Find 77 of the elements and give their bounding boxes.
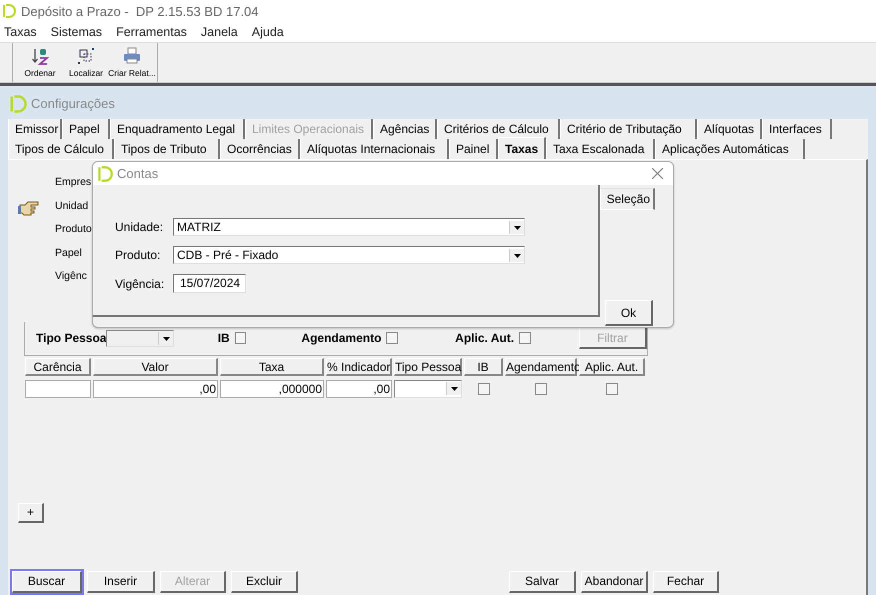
input-field[interactable]: ,000000 <box>220 380 324 398</box>
action-button[interactable]: Abandonar <box>581 570 648 592</box>
tab[interactable]: Agências <box>373 119 437 139</box>
action-button[interactable]: Fechar <box>653 570 719 592</box>
checkbox[interactable] <box>606 382 618 394</box>
tab[interactable]: Tipos de Cálculo <box>8 139 114 159</box>
sort-icon <box>31 47 49 65</box>
filter-check-label: Agendamento <box>301 331 382 345</box>
tab[interactable]: Interfaces <box>762 119 832 139</box>
form-label: Produto <box>55 222 92 237</box>
tab[interactable]: Emissor <box>8 119 62 139</box>
menu-item[interactable]: Taxas <box>0 25 40 39</box>
form-label: Empres <box>55 175 92 190</box>
window-title: Depósito a Prazo - DP 2.15.53 BD 17.04 <box>21 4 259 18</box>
tab[interactable]: Critérios de Cálculo <box>437 119 560 139</box>
column-header[interactable]: Carência <box>25 358 91 376</box>
toolbar-button[interactable]: Criar Relat... <box>109 43 155 82</box>
checkbox[interactable] <box>478 382 490 394</box>
column-header[interactable]: Tipo Pessoa <box>394 358 462 376</box>
add-button[interactable]: + <box>18 502 44 522</box>
action-button[interactable]: Buscar <box>12 570 82 592</box>
locate-icon <box>77 47 95 65</box>
action-button[interactable]: Inserir <box>87 570 155 592</box>
tab[interactable]: Critério de Tributação <box>560 119 697 139</box>
column-header[interactable]: Taxa <box>220 358 324 376</box>
filter-check-label: Aplic. Aut. <box>455 331 514 345</box>
toolbar-button[interactable]: Localizar <box>63 43 109 82</box>
menu-item[interactable]: Ajuda <box>248 25 287 39</box>
column-header[interactable]: Aplic. Aut. <box>579 358 645 376</box>
tab[interactable]: Aplicações Automáticas <box>655 139 805 159</box>
logo-icon <box>1 3 17 19</box>
tab[interactable]: Papel <box>62 119 110 139</box>
checkbox[interactable] <box>535 382 547 394</box>
field-label: Produto: <box>115 248 162 262</box>
logo-icon <box>96 164 114 182</box>
tab[interactable]: Ocorrências <box>220 139 300 159</box>
input-field[interactable]: ,00 <box>326 380 392 398</box>
tab[interactable]: Alíquotas Internacionais <box>300 139 449 159</box>
filter-check-label: IB <box>218 331 230 345</box>
printer-icon <box>123 47 141 65</box>
tab[interactable]: Seleção <box>600 188 655 210</box>
logo-icon <box>8 94 28 114</box>
date-field[interactable]: 15/07/2024 <box>173 274 246 293</box>
menu-item[interactable]: Janela <box>196 25 241 39</box>
filter-label: Tipo Pessoa <box>36 331 106 345</box>
close-icon[interactable] <box>652 168 663 179</box>
field-label: Vigência: <box>115 276 166 290</box>
form-label: Unidad <box>55 198 88 214</box>
dropdown-field[interactable]: CDB - Pré - Fixado <box>173 246 525 264</box>
dropdown-field[interactable] <box>394 380 462 398</box>
action-button[interactable]: Excluir <box>231 570 298 592</box>
tab[interactable]: Painel <box>449 139 498 159</box>
dropdown-field[interactable]: MATRIZ <box>173 218 525 236</box>
toolbar-button[interactable]: Ordenar <box>17 43 63 82</box>
menu-item[interactable]: Sistemas <box>46 25 106 39</box>
tab[interactable]: Tipos de Tributo <box>114 139 220 159</box>
menu-item[interactable]: Ferramentas <box>112 25 190 39</box>
checkbox[interactable] <box>519 332 531 344</box>
input-field[interactable] <box>25 380 91 398</box>
child-window-title: Configurações <box>31 96 115 111</box>
form-label: Vigênc <box>55 269 87 284</box>
column-header[interactable]: % Indicador <box>326 358 392 376</box>
tab[interactable]: Taxas <box>498 137 546 159</box>
action-button[interactable]: Salvar <box>509 570 576 592</box>
column-header[interactable]: IB <box>464 358 503 376</box>
tab[interactable]: Taxa Escalonada <box>546 139 655 159</box>
column-header[interactable]: Agendamento <box>505 358 577 376</box>
tab[interactable]: Alíquotas <box>697 119 762 139</box>
checkbox[interactable] <box>234 332 246 344</box>
checkbox[interactable] <box>386 332 398 344</box>
ok-button[interactable]: Ok <box>605 300 653 326</box>
field-label: Unidade: <box>115 220 164 234</box>
dialog-title: Contas <box>117 166 160 181</box>
form-label: Papel <box>55 246 82 260</box>
tab[interactable]: Enquadramento Legal <box>110 119 245 139</box>
column-header[interactable]: Valor <box>93 358 218 376</box>
input-field[interactable]: ,00 <box>93 380 218 398</box>
